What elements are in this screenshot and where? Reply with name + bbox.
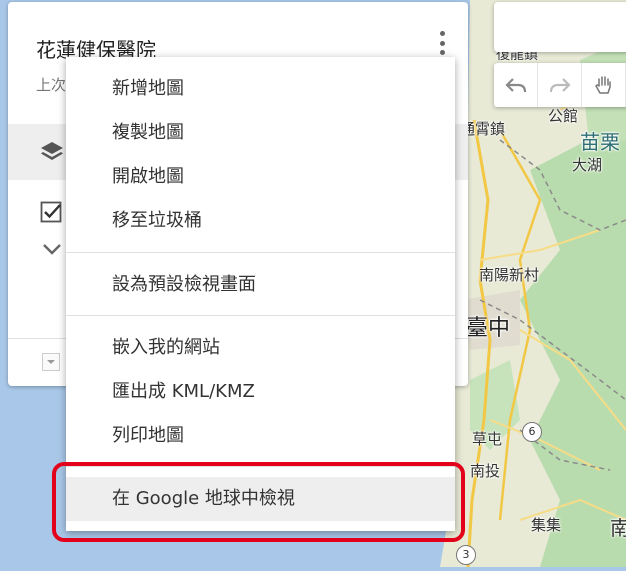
map-label-jiji: 集集 <box>531 516 562 534</box>
menu-item-open-map[interactable]: 開啟地圖 <box>66 155 455 199</box>
route-badge-6: 6 <box>522 422 542 442</box>
checkbox-icon[interactable] <box>40 201 62 223</box>
menu-item-copy-map[interactable]: 複製地圖 <box>66 111 455 155</box>
map-label-caotun: 草屯 <box>472 430 503 448</box>
search-box[interactable] <box>494 2 626 52</box>
map-label-dahu: 大湖 <box>572 156 603 174</box>
map-label-nan: 南 <box>610 516 626 540</box>
map-label-gongguan: 公館 <box>548 107 579 125</box>
layers-icon <box>41 142 63 160</box>
more-vert-icon[interactable] <box>432 28 452 58</box>
map-label-nantou: 南投 <box>470 462 501 480</box>
hand-icon[interactable] <box>582 63 626 107</box>
map-last-edit: 上次 <box>36 76 67 94</box>
map-label-miaoli: 苗栗 <box>580 130 620 154</box>
menu-item-new-map[interactable]: 新增地圖 <box>66 67 455 111</box>
undo-icon[interactable] <box>494 63 538 107</box>
menu-separator <box>66 252 455 253</box>
menu-item-trash[interactable]: 移至垃圾桶 <box>66 199 455 243</box>
map-options-menu: 新增地圖 複製地圖 開啟地圖 移至垃圾桶 設為預設檢視畫面 嵌入我的網站 匯出成… <box>66 57 455 531</box>
menu-item-google-earth[interactable]: 在 Google 地球中檢視 <box>66 477 455 521</box>
menu-item-embed[interactable]: 嵌入我的網站 <box>66 326 455 370</box>
menu-item-export-kml[interactable]: 匯出成 KML/KMZ <box>66 370 455 414</box>
basemap-dropdown-icon[interactable] <box>42 353 60 371</box>
menu-separator <box>66 466 455 467</box>
menu-item-print[interactable]: 列印地圖 <box>66 414 455 458</box>
menu-item-set-default-view[interactable]: 設為預設檢視畫面 <box>66 263 455 307</box>
map-toolbar <box>494 63 626 107</box>
menu-separator <box>66 315 455 316</box>
chevron-down-icon[interactable] <box>42 242 62 256</box>
map-label-nanyang: 南陽新村 <box>479 266 540 284</box>
redo-icon[interactable] <box>538 63 582 107</box>
map-label-taichung: 臺中 <box>466 316 511 341</box>
route-badge-3: 3 <box>456 545 476 565</box>
